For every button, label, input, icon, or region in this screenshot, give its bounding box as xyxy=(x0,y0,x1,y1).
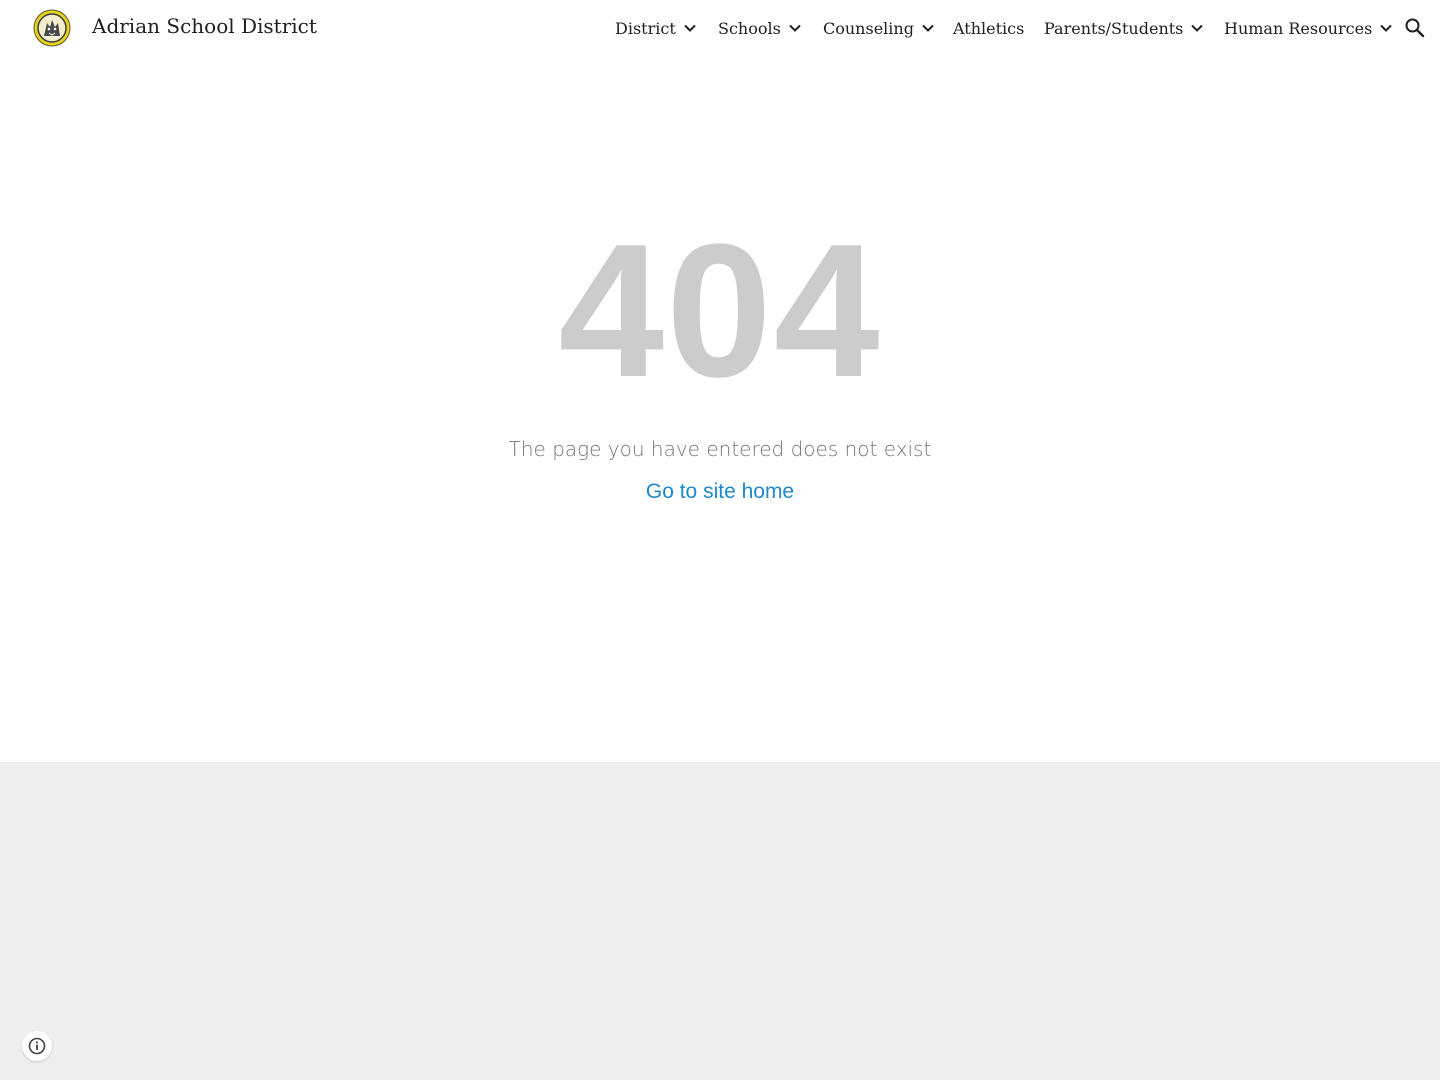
site-header: Adrian School District District Schools … xyxy=(0,0,1440,56)
page: Adrian School District District Schools … xyxy=(0,0,1440,1080)
go-to-site-home-link-row: Go to site home xyxy=(0,480,1440,504)
nav-item-counseling[interactable]: Counseling xyxy=(823,0,935,56)
nav-item-human-resources[interactable]: Human Resources xyxy=(1224,0,1393,56)
chevron-down-icon xyxy=(789,24,801,32)
error-code: 404 xyxy=(558,205,882,417)
nav-item-label: Schools xyxy=(718,18,781,38)
nav-item-parents-students[interactable]: Parents/Students xyxy=(1044,0,1204,56)
error-message: The page you have entered does not exist xyxy=(508,437,932,461)
nav-item-district[interactable]: District xyxy=(615,0,697,56)
info-icon xyxy=(28,1037,46,1055)
nav-item-label: Counseling xyxy=(823,18,914,38)
nav-item-label: Athletics xyxy=(953,18,1025,38)
site-info-button[interactable] xyxy=(22,1031,52,1061)
chevron-down-icon xyxy=(684,24,696,32)
main-content: 404 The page you have entered does not e… xyxy=(0,56,1440,762)
site-logo[interactable] xyxy=(33,9,71,47)
nav-item-label: Human Resources xyxy=(1224,18,1373,38)
site-title[interactable]: Adrian School District xyxy=(92,14,317,38)
nav-item-athletics[interactable]: Athletics xyxy=(953,0,1024,56)
search-icon xyxy=(1405,18,1425,38)
site-footer xyxy=(0,762,1440,1080)
nav-item-schools[interactable]: Schools xyxy=(718,0,802,56)
nav-item-label: Parents/Students xyxy=(1044,18,1184,38)
chevron-down-icon xyxy=(922,24,934,32)
school-crest-logo-icon xyxy=(33,9,71,47)
go-to-site-home-link[interactable]: Go to site home xyxy=(646,480,794,503)
chevron-down-icon xyxy=(1191,24,1204,32)
chevron-down-icon xyxy=(1380,24,1393,32)
search-button[interactable] xyxy=(1403,16,1427,40)
nav-item-label: District xyxy=(615,18,676,38)
